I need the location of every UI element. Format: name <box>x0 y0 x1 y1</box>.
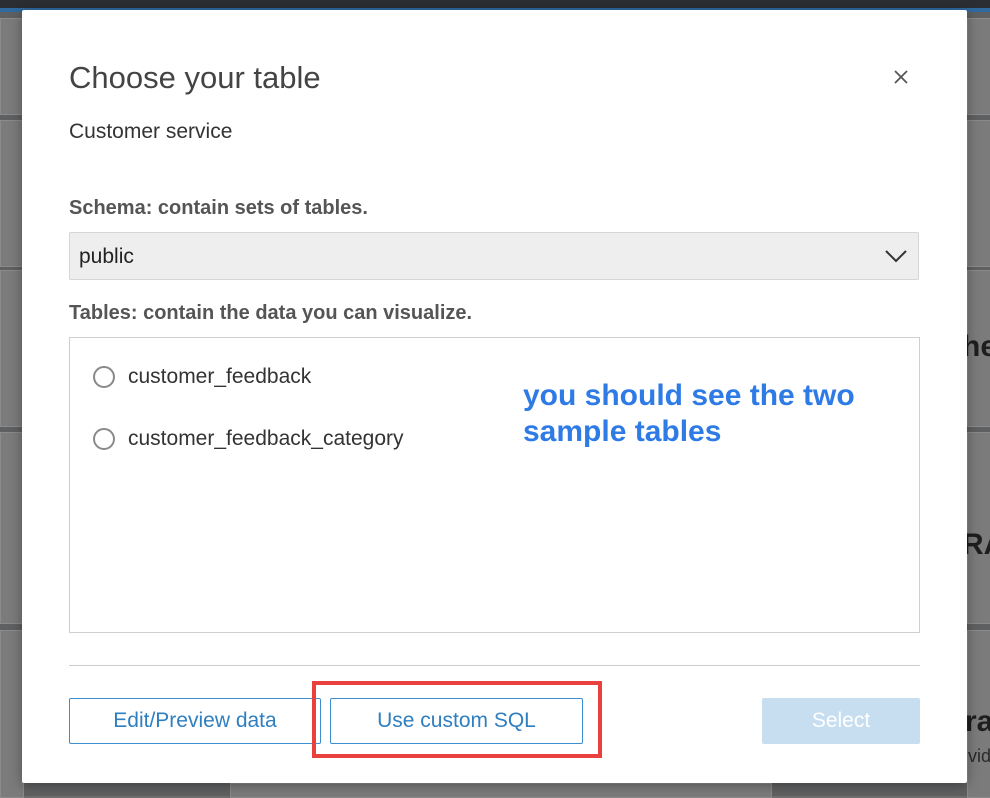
schema-selected-value: public <box>79 245 134 269</box>
data-source-name: Customer service <box>69 120 232 144</box>
background-panel <box>967 120 990 267</box>
choose-table-dialog: Choose your table Customer service Schem… <box>22 10 967 783</box>
tables-label: Tables: contain the data you can visuali… <box>69 302 472 325</box>
tables-list: customer_feedback customer_feedback_cate… <box>69 337 920 633</box>
schema-label: Schema: contain sets of tables. <box>69 197 368 220</box>
close-icon[interactable] <box>888 64 914 90</box>
radio-button[interactable] <box>93 366 115 388</box>
table-option-label: customer_feedback_category <box>128 427 404 451</box>
use-custom-sql-button[interactable]: Use custom SQL <box>330 698 583 744</box>
chevron-down-icon <box>884 246 908 266</box>
annotation-callout: you should see the two sample tables <box>523 378 903 450</box>
dialog-title: Choose your table <box>69 60 321 96</box>
background-text-fragment: ra <box>965 705 990 739</box>
background-panel <box>0 120 24 267</box>
radio-button[interactable] <box>93 428 115 450</box>
footer-divider <box>69 665 920 666</box>
background-panel <box>0 432 24 624</box>
table-option-label: customer_feedback <box>128 365 311 389</box>
background-panel <box>0 18 24 115</box>
background-panel <box>0 630 24 798</box>
background-panel <box>967 18 990 115</box>
select-button[interactable]: Select <box>762 698 920 744</box>
edit-preview-data-button[interactable]: Edit/Preview data <box>69 698 321 744</box>
schema-select[interactable]: public <box>69 232 919 280</box>
background-panel <box>0 270 24 427</box>
background-text-fragment: vid <box>968 746 990 767</box>
table-option-customer-feedback-category[interactable]: customer_feedback_category <box>93 424 404 454</box>
table-option-customer-feedback[interactable]: customer_feedback <box>93 362 311 392</box>
